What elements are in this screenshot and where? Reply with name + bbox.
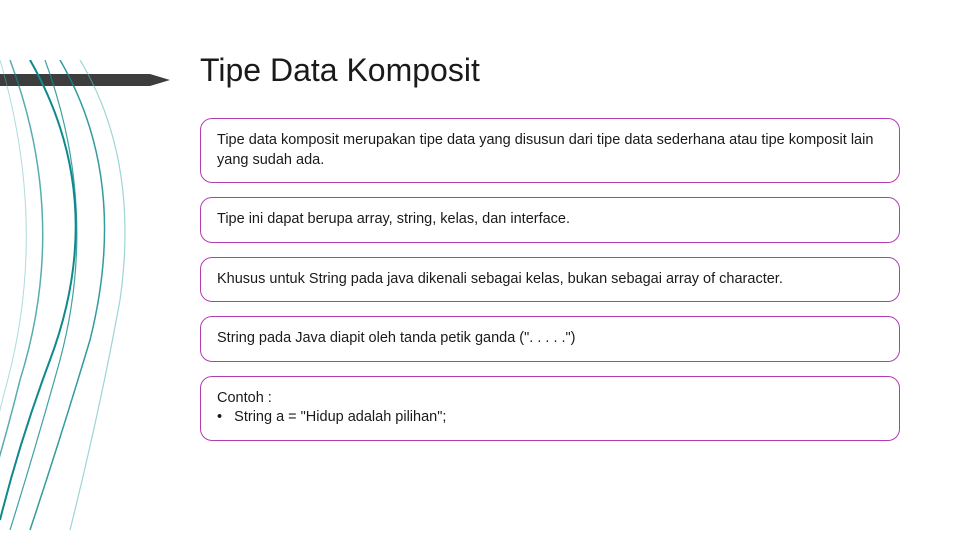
content-box: Tipe data komposit merupakan tipe data y… <box>200 118 900 183</box>
content-box: Khusus untuk String pada java dikenali s… <box>200 257 900 303</box>
box-text: Tipe data komposit merupakan tipe data y… <box>217 131 883 170</box>
slide-title: Tipe Data Komposit <box>200 52 480 89</box>
box-text: String pada Java diapit oleh tanda petik… <box>217 329 883 349</box>
accent-bar <box>0 74 150 86</box>
leaf-decoration <box>0 60 210 540</box>
content-boxes: Tipe data komposit merupakan tipe data y… <box>200 118 900 441</box>
box-text: Khusus untuk String pada java dikenali s… <box>217 270 883 290</box>
content-box: Tipe ini dapat berupa array, string, kel… <box>200 197 900 243</box>
box-text: Tipe ini dapat berupa array, string, kel… <box>217 210 883 230</box>
box-text: Contoh : • String a = "Hidup adalah pili… <box>217 389 883 428</box>
content-box: String pada Java diapit oleh tanda petik… <box>200 316 900 362</box>
content-box: Contoh : • String a = "Hidup adalah pili… <box>200 376 900 441</box>
